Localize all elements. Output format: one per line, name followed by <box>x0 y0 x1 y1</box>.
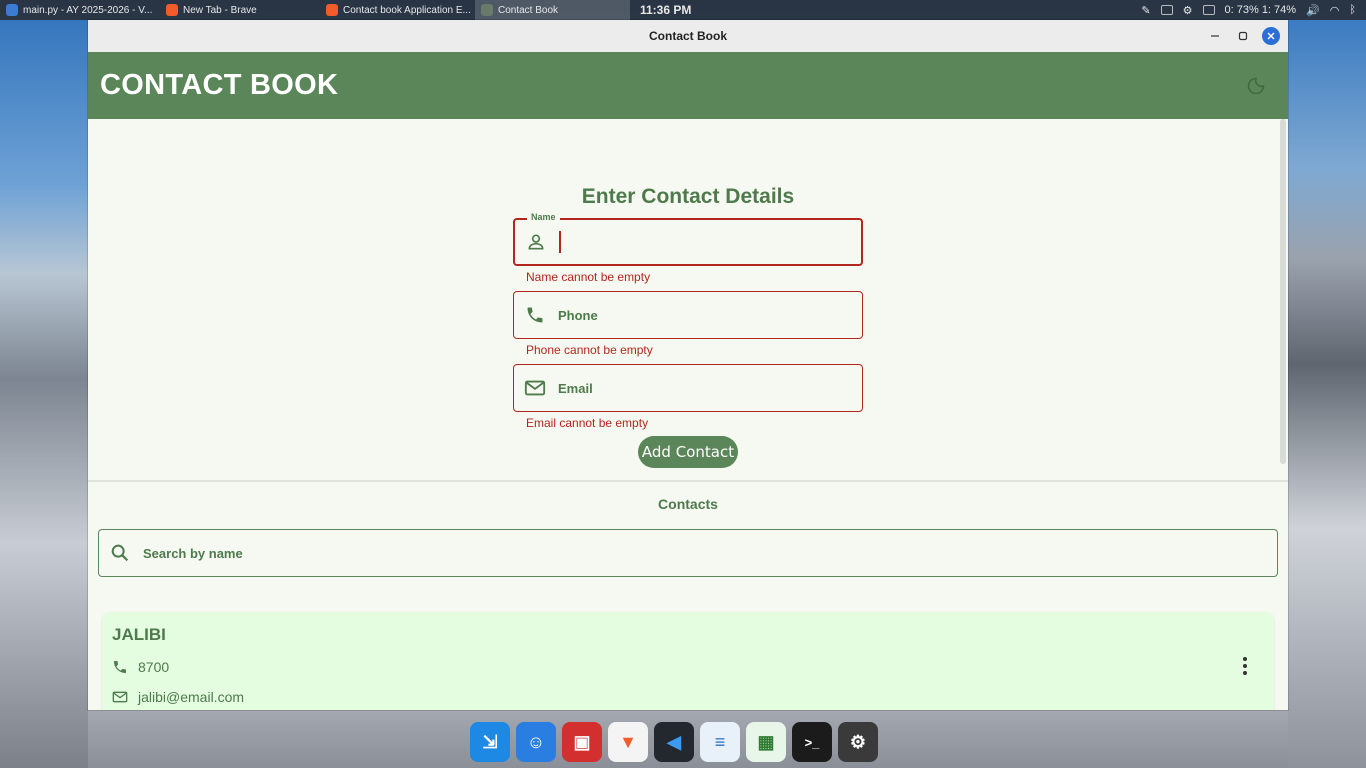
brave-icon[interactable]: ▼ <box>608 722 648 762</box>
terminal-icon[interactable]: >_ <box>792 722 832 762</box>
clock[interactable]: 11:36 PM <box>640 3 691 17</box>
phone-icon <box>114 661 126 673</box>
main-content: Enter Contact Details Name Name cannot b… <box>88 119 1288 710</box>
divider <box>88 480 1288 482</box>
window-controls <box>1206 27 1280 45</box>
maximize-button[interactable] <box>1234 27 1252 45</box>
minimize-button[interactable] <box>1206 27 1224 45</box>
taskbar-item-brave-contactbook[interactable]: Contact book Application E... <box>320 0 475 20</box>
taskbar-item-label: New Tab - Brave <box>183 4 257 16</box>
taskbar-item-vscode[interactable]: main.py - AY 2025-2026 - V... <box>0 0 160 20</box>
name-field[interactable]: Name <box>513 212 863 266</box>
system-top-bar: main.py - AY 2025-2026 - V... New Tab - … <box>0 0 1366 20</box>
settings-icon[interactable]: ⚙ <box>838 722 878 762</box>
screenshot-icon[interactable]: ▣ <box>562 722 602 762</box>
name-field-label: Name <box>527 212 560 222</box>
calc-icon[interactable]: ▦ <box>746 722 786 762</box>
mail-icon <box>112 691 128 703</box>
contact-book-window: Contact Book CONTACT BOOK Enter Contact … <box>88 20 1288 710</box>
form-heading: Enter Contact Details <box>581 185 795 208</box>
search-field[interactable]: Search by name <box>98 529 1278 577</box>
taskbar-item-brave-newtab[interactable]: New Tab - Brave <box>160 0 320 20</box>
battery-status[interactable]: 0: 73% 1: 74% <box>1225 4 1297 16</box>
text-caret <box>559 231 561 253</box>
email-error: Email cannot be empty <box>526 416 649 430</box>
wifi-icon[interactable]: ◠ <box>1330 4 1340 17</box>
contact-phone-row: 8700 <box>112 659 169 675</box>
person-icon <box>525 231 547 253</box>
search-placeholder: Search by name <box>143 545 243 561</box>
finder-icon[interactable]: ☺ <box>516 722 556 762</box>
vscode-icon[interactable]: ◀ <box>654 722 694 762</box>
taskbar-item-label: main.py - AY 2025-2026 - V... <box>23 4 153 16</box>
close-icon <box>1267 32 1275 40</box>
close-button[interactable] <box>1262 27 1280 45</box>
network-icon[interactable]: ⚙ <box>1183 4 1193 17</box>
battery-icon[interactable] <box>1202 5 1215 15</box>
more-options-button[interactable] <box>1236 655 1254 677</box>
taskbar-item-label: Contact Book <box>498 4 559 16</box>
system-tray: ✎ ⚙ 0: 73% 1: 74% 🔊 ◠ ᛒ <box>1141 4 1366 17</box>
contact-email-row: jalibi@email.com <box>112 689 244 705</box>
desktop-wallpaper-right <box>1288 20 1366 768</box>
app-title: CONTACT BOOK <box>100 69 339 101</box>
contact-email: jalibi@email.com <box>138 689 245 705</box>
contact-name: JALIBI <box>112 625 166 644</box>
phone-field[interactable]: Phone <box>513 291 863 339</box>
contact-phone: 8700 <box>138 659 170 675</box>
bluetooth-icon[interactable]: ᛒ <box>1349 4 1356 16</box>
contact-card[interactable]: JALIBI 8700 jalibi@email.com <box>102 612 1274 710</box>
vscode-icon <box>6 4 18 16</box>
phone-error: Phone cannot be empty <box>526 343 653 357</box>
launcher-icon[interactable]: ⇲ <box>470 722 510 762</box>
dock: ⇲ ☺ ▣ ▼ ◀ ≡ ▦ >_ ⚙ <box>470 720 878 764</box>
desktop-wallpaper-left <box>0 20 88 768</box>
app-header: CONTACT BOOK <box>88 52 1288 119</box>
window-title: Contact Book <box>649 29 727 43</box>
email-field-label: Email <box>558 380 593 396</box>
phone-field-label: Phone <box>558 307 598 323</box>
app-window-icon <box>481 4 493 16</box>
scrollbar[interactable] <box>1280 119 1286 464</box>
taskbar-item-label: Contact book Application E... <box>343 4 471 16</box>
writer-icon[interactable]: ≡ <box>700 722 740 762</box>
name-error: Name cannot be empty <box>526 270 651 284</box>
taskbar-item-contact-book[interactable]: Contact Book <box>475 0 630 20</box>
moon-icon[interactable] <box>1246 76 1266 96</box>
brave-icon <box>326 4 338 16</box>
add-contact-button[interactable]: Add Contact <box>638 436 738 468</box>
mail-icon <box>524 377 546 399</box>
search-icon <box>111 544 129 562</box>
camera-icon[interactable] <box>1160 5 1173 15</box>
minimize-icon <box>1211 35 1219 37</box>
brave-icon <box>166 4 178 16</box>
contacts-heading: Contacts <box>658 496 718 512</box>
pen-icon[interactable]: ✎ <box>1141 4 1150 17</box>
phone-icon <box>524 304 546 326</box>
email-field[interactable]: Email <box>513 364 863 412</box>
maximize-icon <box>1238 31 1248 41</box>
more-vert-icon <box>1243 657 1247 661</box>
volume-icon[interactable]: 🔊 <box>1306 4 1320 17</box>
window-titlebar[interactable]: Contact Book <box>88 20 1288 52</box>
